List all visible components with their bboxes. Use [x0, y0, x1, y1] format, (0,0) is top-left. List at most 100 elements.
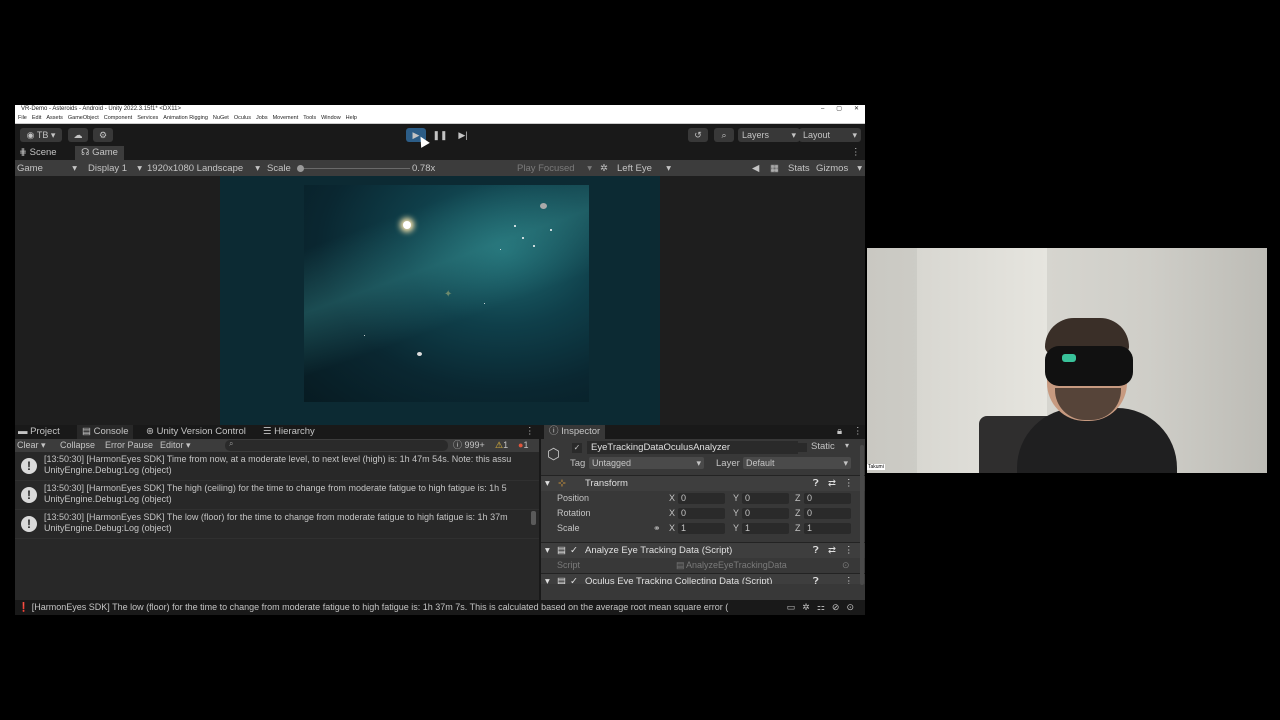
log-count-toggle[interactable]: ⓘ 999+	[453, 439, 485, 452]
audio-mute-icon[interactable]: ◀	[752, 160, 759, 177]
position-z-field[interactable]: 0	[804, 493, 851, 504]
status-message[interactable]: [HarmonEyes SDK] The low (floor) for the…	[32, 602, 729, 612]
presets-icon[interactable]: ⇄	[828, 476, 836, 491]
scale-slider[interactable]	[297, 165, 410, 172]
position-y-field[interactable]: 0	[742, 493, 789, 504]
tab-inspector[interactable]: ⓘ Inspector	[544, 425, 606, 439]
active-checkbox[interactable]: ✓	[572, 443, 582, 453]
layout-dropdown[interactable]: Layout ▾	[799, 128, 861, 142]
gizmos-dropdown[interactable]: Gizmos ▾	[816, 160, 862, 177]
rotation-y-field[interactable]: 0	[742, 508, 789, 519]
transform-component-header[interactable]: ▾ ⊹ Transform ❓︎ ⇄ ⋮	[541, 475, 865, 491]
menu-movement[interactable]: Movement	[273, 114, 299, 123]
menu-services[interactable]: Services	[137, 114, 158, 123]
layers-dropdown[interactable]: Layers ▾	[738, 128, 800, 142]
menu-oculus[interactable]: Oculus	[234, 114, 251, 123]
tab-unity-version-control[interactable]: ⊛ Unity Version Control	[146, 425, 246, 439]
more-options-icon[interactable]: ⋮	[844, 574, 854, 584]
menu-nuget[interactable]: NuGet	[213, 114, 229, 123]
menu-window[interactable]: Window	[321, 114, 341, 123]
stats-button[interactable]: Stats	[788, 160, 810, 177]
rotation-x-field[interactable]: 0	[678, 508, 725, 519]
inspector-scrollbar[interactable]	[860, 445, 864, 585]
menu-tools[interactable]: Tools	[303, 114, 316, 123]
tab-console[interactable]: ▤ Console	[77, 425, 134, 439]
minimize-button[interactable]: –	[821, 105, 824, 114]
tab-scene[interactable]: ⋕ Scene	[19, 146, 57, 160]
static-checkbox[interactable]	[798, 443, 807, 452]
network-icon[interactable]: ⚏	[817, 602, 832, 612]
progress-icon[interactable]: ⊙	[846, 602, 861, 612]
tab-game[interactable]: ☊ Game	[75, 146, 124, 160]
close-button[interactable]: ✕	[854, 105, 859, 114]
menu-gameobject[interactable]: GameObject	[68, 114, 99, 123]
bug-icon[interactable]: ✲	[802, 602, 817, 612]
menu-file[interactable]: File	[18, 114, 27, 123]
warning-count-toggle[interactable]: ⚠1	[495, 439, 508, 452]
pause-button[interactable]: ❚❚	[430, 128, 450, 142]
bug-icon[interactable]: ✲	[600, 160, 608, 177]
analyze-script-component-header[interactable]: ▾ ▤ ✓ Analyze Eye Tracking Data (Script)…	[541, 542, 865, 558]
log-entry[interactable]: ! [13:50:30] [HarmonEyes SDK] The low (f…	[15, 510, 539, 539]
layer-dropdown[interactable]: Default ▾	[743, 457, 851, 469]
component-enabled-checkbox[interactable]: ✓	[570, 543, 578, 558]
tag-dropdown[interactable]: Untagged ▾	[589, 457, 704, 469]
game-mode-dropdown[interactable]: Game ▾	[17, 160, 77, 177]
search-button[interactable]: ⌕	[714, 128, 734, 142]
console-search-input[interactable]: ⌕	[225, 439, 448, 451]
more-options-icon[interactable]: ⋮	[844, 476, 854, 491]
log-entry[interactable]: ! [13:50:30] [HarmonEyes SDK] The high (…	[15, 481, 539, 510]
display-dropdown[interactable]: Display 1 ▾	[88, 160, 142, 177]
menu-animation-rigging[interactable]: Animation Rigging	[163, 114, 208, 123]
grid-icon[interactable]: ▦	[770, 160, 779, 177]
more-options-icon[interactable]: ⋮	[853, 425, 863, 439]
error-count-toggle[interactable]: ●1	[518, 439, 528, 452]
more-options-icon[interactable]: ⋮	[844, 543, 854, 558]
collapse-button[interactable]: Collapse	[60, 439, 95, 452]
collab-settings-button[interactable]: ⚙	[93, 128, 113, 142]
editor-dropdown[interactable]: Editor ▾	[160, 439, 191, 452]
foldout-arrow-icon[interactable]: ▾	[545, 543, 550, 558]
rotation-z-field[interactable]: 0	[804, 508, 851, 519]
scale-z-field[interactable]: 1	[804, 523, 851, 534]
scale-slider-handle[interactable]	[297, 165, 304, 172]
vr-headset-icon[interactable]: ▭	[787, 602, 803, 612]
object-picker-icon[interactable]: ⊙	[842, 558, 850, 573]
help-icon[interactable]: ❓︎	[813, 543, 819, 558]
menu-jobs[interactable]: Jobs	[256, 114, 268, 123]
step-button[interactable]: ▶|	[453, 128, 473, 142]
undo-history-button[interactable]: ↺	[688, 128, 708, 142]
presets-icon[interactable]: ⇄	[828, 543, 836, 558]
lock-icon[interactable]: 🔒︎	[837, 425, 842, 439]
cache-icon[interactable]: ⊘	[832, 602, 847, 612]
component-enabled-checkbox[interactable]: ✓	[570, 574, 578, 584]
oculus-script-component-header[interactable]: ▾ ▤ ✓ Oculus Eye Tracking Collecting Dat…	[541, 573, 865, 584]
tab-project[interactable]: ▬ Project	[18, 425, 60, 439]
menu-assets[interactable]: Assets	[46, 114, 63, 123]
link-icon[interactable]: ⚭	[653, 521, 661, 536]
log-entry[interactable]: ! [13:50:30] [HarmonEyes SDK] Time from …	[15, 452, 539, 481]
clear-button[interactable]: Clear ▾	[17, 439, 46, 452]
script-reference-field[interactable]: AnalyzeEyeTrackingData	[686, 558, 787, 573]
menu-help[interactable]: Help	[346, 114, 357, 123]
more-options-icon[interactable]: ⋮	[525, 425, 535, 439]
maximize-button[interactable]: ▢	[836, 105, 842, 114]
object-name-field[interactable]: EyeTrackingDataOculusAnalyzer	[587, 441, 798, 454]
help-icon[interactable]: ❓︎	[813, 476, 819, 491]
more-options-icon[interactable]: ⋮	[851, 146, 861, 160]
resolution-dropdown[interactable]: 1920x1080 Landscape ▾	[147, 160, 260, 177]
tab-hierarchy[interactable]: ☰ Hierarchy	[263, 425, 315, 439]
console-scrollbar[interactable]	[531, 511, 536, 525]
foldout-arrow-icon[interactable]: ▾	[545, 476, 550, 491]
menu-component[interactable]: Component	[104, 114, 132, 123]
error-pause-button[interactable]: Error Pause	[105, 439, 153, 452]
menu-edit[interactable]: Edit	[32, 114, 41, 123]
position-x-field[interactable]: 0	[678, 493, 725, 504]
play-focused-dropdown[interactable]: Play Focused ▾	[517, 160, 592, 177]
foldout-arrow-icon[interactable]: ▾	[545, 574, 550, 584]
scale-x-field[interactable]: 1	[678, 523, 725, 534]
account-dropdown[interactable]: ◉ TB ▾	[20, 128, 62, 142]
scale-y-field[interactable]: 1	[742, 523, 789, 534]
chevron-down-icon[interactable]: ▾	[845, 441, 849, 450]
cloud-button[interactable]: ☁	[68, 128, 88, 142]
